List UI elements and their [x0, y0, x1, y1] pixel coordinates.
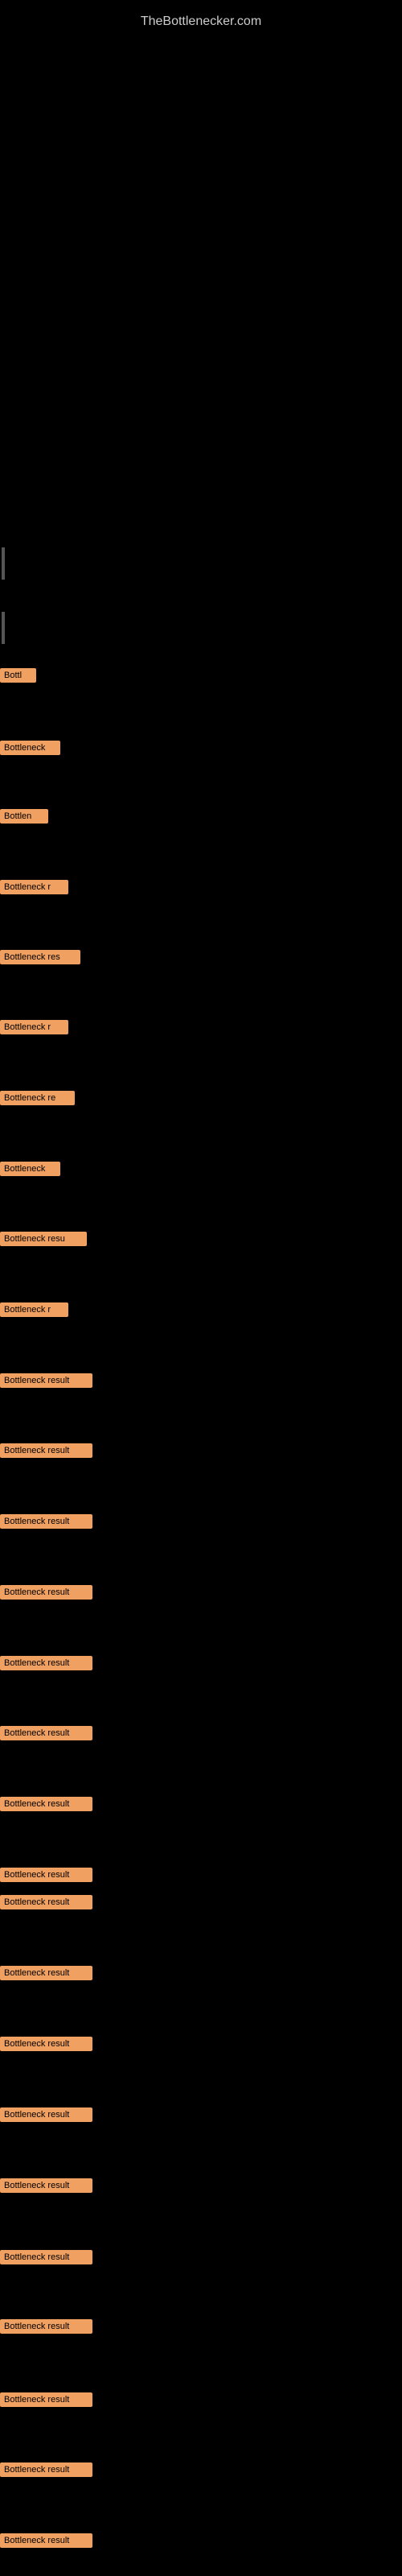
list-item: Bottleneck result — [0, 1797, 92, 1811]
list-item: Bottleneck result — [0, 1868, 92, 1882]
site-title: TheBottlenecker.com — [0, 6, 402, 37]
bottleneck-result-label: Bottleneck result — [0, 1514, 92, 1529]
bottleneck-result-label: Bottleneck result — [0, 1868, 92, 1882]
list-item: Bottleneck result — [0, 1726, 92, 1740]
list-item: Bottleneck r — [0, 880, 68, 894]
list-item: Bottleneck result — [0, 1585, 92, 1600]
vertical-bar-2 — [2, 612, 5, 644]
bottleneck-result-label: Bottleneck re — [0, 1091, 75, 1105]
bottleneck-result-label: Bottleneck resu — [0, 1232, 87, 1246]
bottleneck-result-label: Bottleneck result — [0, 1373, 92, 1388]
bottleneck-result-label: Bottleneck result — [0, 2107, 92, 2122]
list-item: Bottlen — [0, 809, 48, 824]
bottleneck-result-label: Bottleneck res — [0, 950, 80, 964]
list-item: Bottleneck result — [0, 2319, 92, 2334]
bottleneck-result-label: Bottleneck result — [0, 2392, 92, 2407]
list-item: Bottl — [0, 668, 36, 683]
bottleneck-result-label: Bottleneck result — [0, 1797, 92, 1811]
list-item: Bottleneck resu — [0, 1232, 87, 1246]
bottleneck-result-label: Bottleneck result — [0, 2462, 92, 2477]
bottleneck-result-label: Bottleneck result — [0, 1895, 92, 1909]
bottleneck-result-label: Bottleneck result — [0, 1585, 92, 1600]
list-item: Bottleneck result — [0, 1443, 92, 1458]
list-item: Bottleneck result — [0, 2037, 92, 2051]
list-item: Bottleneck result — [0, 2533, 92, 2548]
list-item: Bottleneck result — [0, 2392, 92, 2407]
list-item: Bottleneck — [0, 1162, 60, 1176]
list-item: Bottleneck r — [0, 1302, 68, 1317]
bottleneck-result-label: Bottleneck r — [0, 880, 68, 894]
bottleneck-result-label: Bottleneck result — [0, 1966, 92, 1980]
bottleneck-result-label: Bottleneck result — [0, 1443, 92, 1458]
list-item: Bottleneck result — [0, 2462, 92, 2477]
vertical-bar-1 — [2, 547, 5, 580]
list-item: Bottleneck result — [0, 2178, 92, 2193]
list-item: Bottleneck res — [0, 950, 80, 964]
bottleneck-result-label: Bottl — [0, 668, 36, 683]
list-item: Bottleneck result — [0, 1373, 92, 1388]
bottleneck-result-label: Bottleneck result — [0, 2319, 92, 2334]
list-item: Bottleneck re — [0, 1091, 75, 1105]
bottleneck-result-label: Bottlen — [0, 809, 48, 824]
bottleneck-result-label: Bottleneck result — [0, 2037, 92, 2051]
bottleneck-result-label: Bottleneck r — [0, 1020, 68, 1034]
list-item: Bottleneck r — [0, 1020, 68, 1034]
list-item: Bottleneck result — [0, 2107, 92, 2122]
bottleneck-result-label: Bottleneck result — [0, 1726, 92, 1740]
list-item: Bottleneck result — [0, 1895, 92, 1909]
bottleneck-result-label: Bottleneck result — [0, 2533, 92, 2548]
bottleneck-result-label: Bottleneck result — [0, 2178, 92, 2193]
list-item: Bottleneck — [0, 741, 60, 755]
bottleneck-result-label: Bottleneck r — [0, 1302, 68, 1317]
list-item: Bottleneck result — [0, 1656, 92, 1670]
bottleneck-result-label: Bottleneck result — [0, 2250, 92, 2264]
list-item: Bottleneck result — [0, 2250, 92, 2264]
bottleneck-result-label: Bottleneck result — [0, 1656, 92, 1670]
bottleneck-result-label: Bottleneck — [0, 1162, 60, 1176]
bottleneck-result-label: Bottleneck — [0, 741, 60, 755]
list-item: Bottleneck result — [0, 1514, 92, 1529]
list-item: Bottleneck result — [0, 1966, 92, 1980]
